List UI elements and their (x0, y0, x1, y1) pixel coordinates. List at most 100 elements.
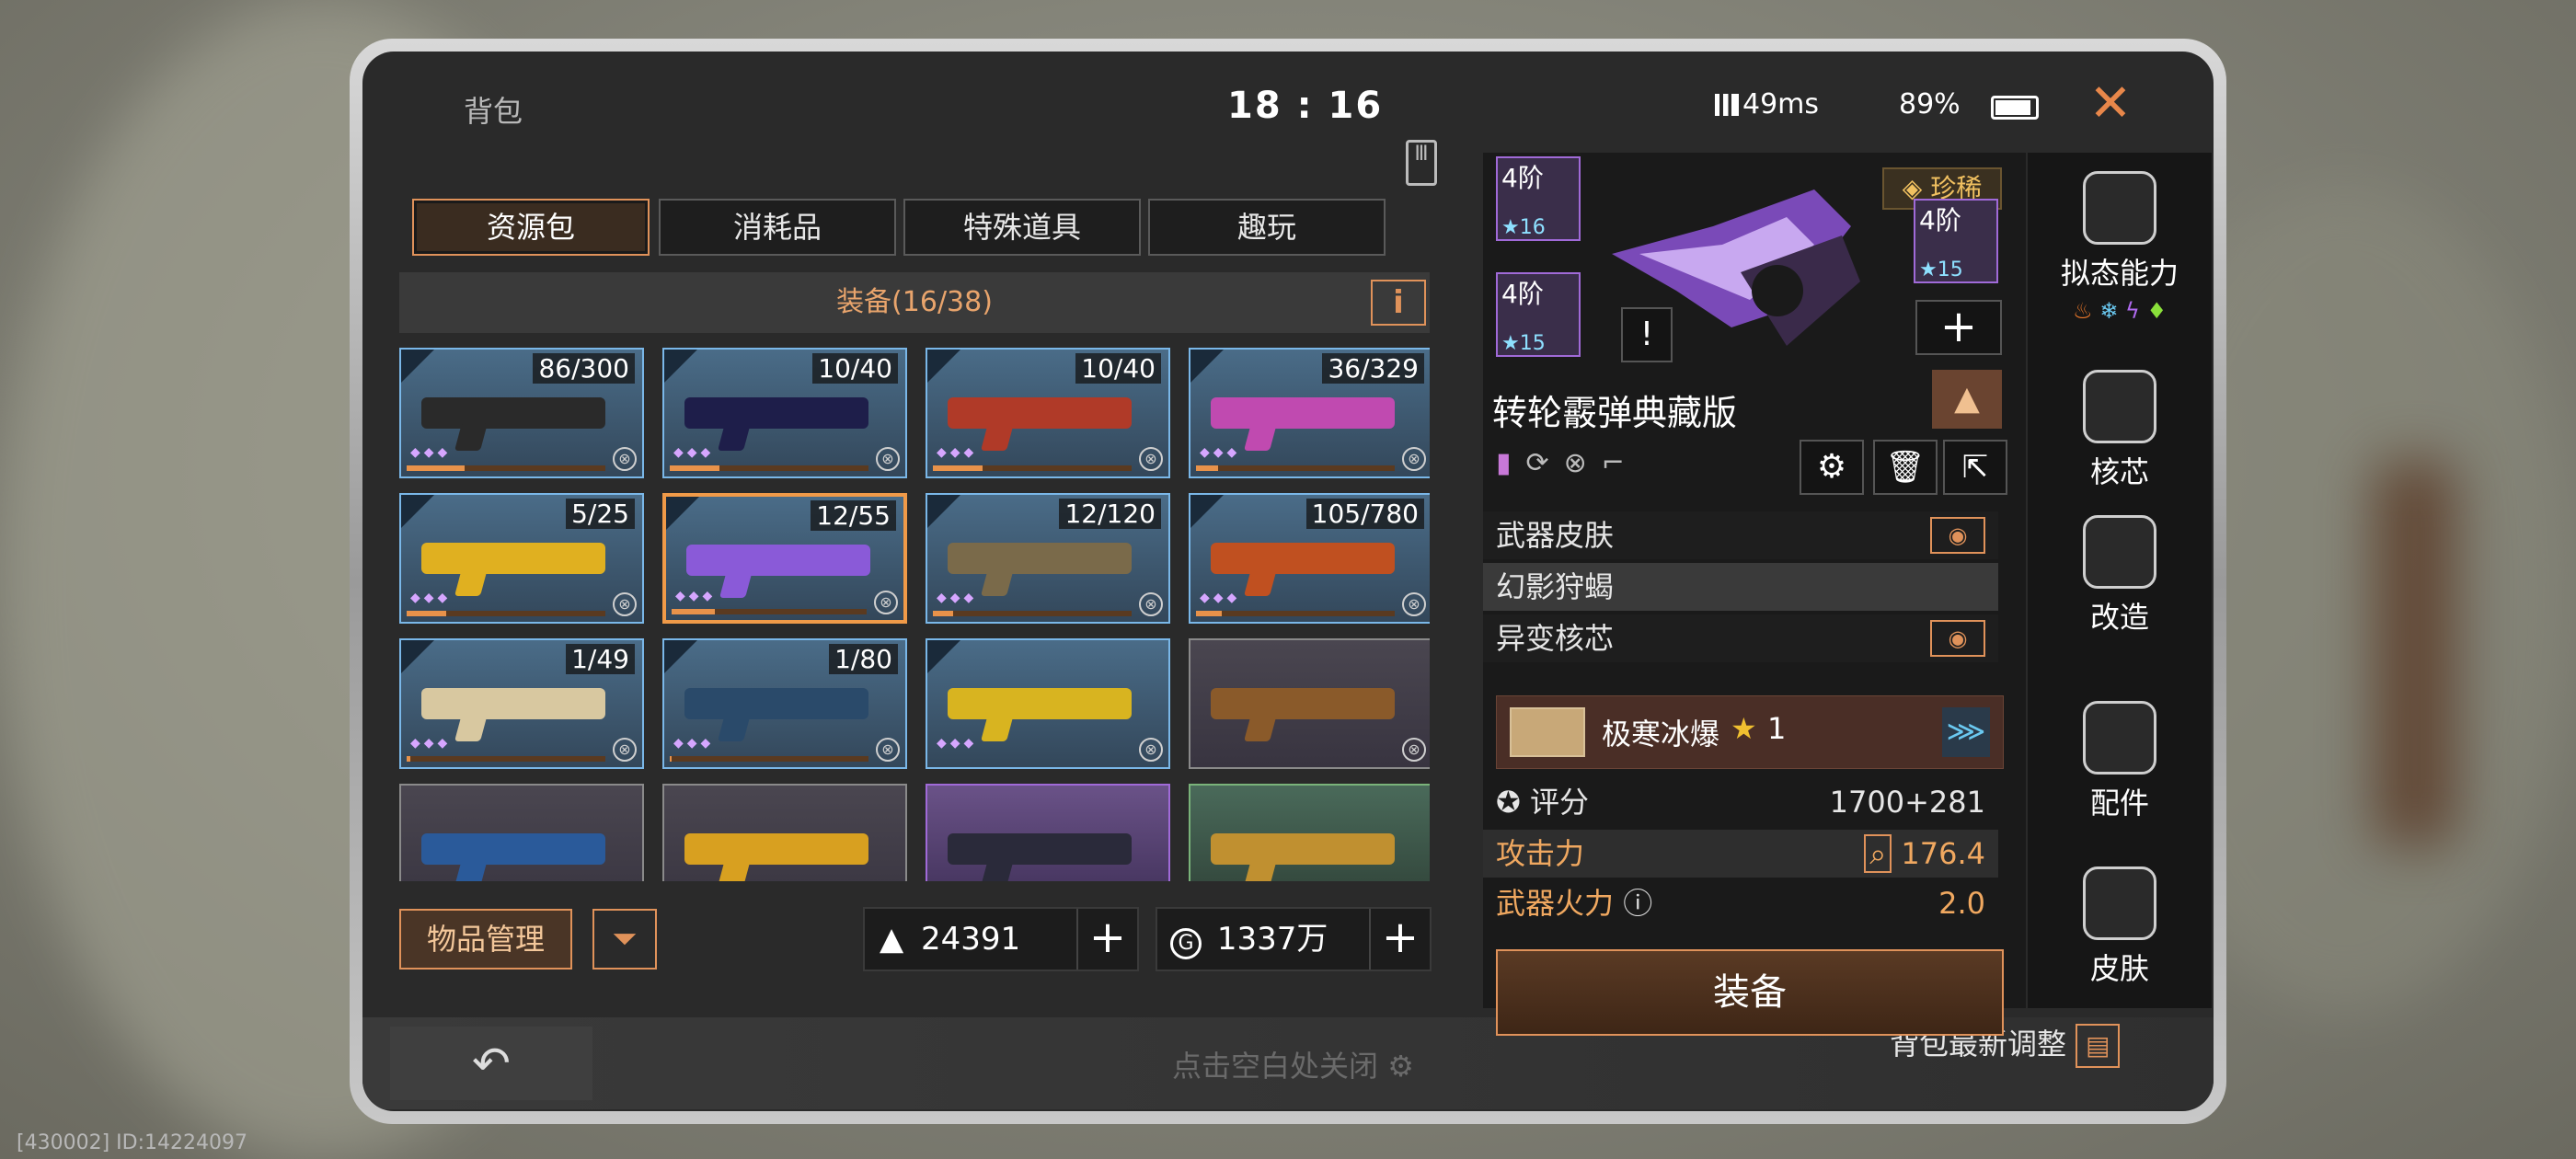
alert-icon[interactable]: ! (1621, 307, 1673, 362)
info-button[interactable]: i (1371, 280, 1426, 326)
side-nav-mimic-ability[interactable]: 拟态能力 ♨ ❄ ϟ ♦ (2028, 171, 2212, 324)
weapon-slot[interactable]: ◆◆◆ 105/780 ⊗ (1189, 493, 1430, 624)
gold-bar-icon: ▲ (880, 921, 904, 958)
rank-dots: ◆◆◆ (410, 591, 452, 605)
weapon-slot[interactable]: ⊗ (399, 784, 644, 881)
settings-button[interactable]: ⚙ (1800, 440, 1864, 495)
weapon-slot[interactable]: ◆◆◆ 36/329 ⊗ (1189, 348, 1430, 478)
tier-corner (927, 640, 960, 673)
magnify-icon[interactable]: ⌕ (1864, 834, 1892, 873)
side-nav-skin[interactable]: 皮肤 (2028, 866, 2212, 988)
add-coin-button[interactable]: + (1369, 909, 1430, 970)
slot-type-icon: ⊗ (876, 447, 900, 471)
attack-row: 攻击力 ⌕ 176.4 (1483, 830, 1998, 878)
signal-icon (1715, 94, 1739, 116)
weapon-slot[interactable]: ◆◆◆ 12/120 ⊗ (926, 493, 1170, 624)
score-icon: ✪ (1496, 785, 1521, 820)
add-gold-button[interactable]: + (1076, 909, 1137, 970)
coin-icon: G (1170, 928, 1202, 959)
weapon-slot[interactable]: ◆◆◆ 86/300 ⊗ (399, 348, 644, 478)
weapon-tag-icons: ▮⟳⊗⌐ (1496, 447, 1639, 479)
tier-slot-top[interactable]: 4阶 ★16 (1496, 156, 1581, 241)
eye-icon[interactable]: ◉ (1930, 620, 1985, 657)
progress-bar (407, 756, 605, 762)
share-button[interactable]: ⇱ (1943, 440, 2007, 495)
battery-percent: 89% (1899, 88, 1961, 120)
ping: 49ms (1742, 88, 1820, 120)
weapon-slot[interactable]: ◆◆◆ 1/49 ⊗ (399, 638, 644, 769)
weapon-slot[interactable]: ⊗ (1189, 638, 1430, 769)
weapon-icon (948, 397, 1132, 429)
slot-count: 1/80 (829, 644, 898, 674)
info-icon[interactable]: ⓘ (1623, 886, 1652, 921)
weapon-icon (1211, 833, 1395, 865)
add-attachment-button[interactable]: + (1915, 300, 2002, 355)
tab-0[interactable]: 资源包 (412, 199, 650, 256)
weapon-icon (421, 397, 605, 429)
coin-amount: 1337万 (1216, 921, 1328, 958)
slot-count: 1/49 (566, 644, 635, 674)
tier-corner (401, 350, 434, 383)
close-hint[interactable]: 点击空白处关闭 ⚙ (1172, 1043, 1414, 1085)
player-id-footer: [430002] ID:14224097 (17, 1131, 247, 1154)
tier-corner (927, 495, 960, 528)
side-nav-modify[interactable]: 改造 (2028, 515, 2212, 637)
clock: 18 : 16 (1227, 85, 1384, 127)
slot-type-icon: ⊗ (1402, 592, 1426, 616)
skin-row: 武器皮肤 ◉ (1483, 511, 1998, 559)
weapon-name: 转轮霰弹典藏版 (1492, 393, 1738, 433)
weapon-slot[interactable]: ◆◆◆ 12/55 ⊗ (662, 493, 907, 624)
rank-dots: ◆◆◆ (673, 445, 715, 460)
tablet-frame: 背包 18 : 16 49ms 89% ✕ Ⅲ 资源包 消耗品 特殊道具 趣玩 装备(… (350, 39, 2226, 1124)
weapon-slot[interactable]: ⊗ (662, 784, 907, 881)
element-icons: ♨ ❄ ϟ ♦ (2073, 298, 2167, 324)
side-nav-core[interactable]: 核芯 (2028, 370, 2212, 491)
tab-1[interactable]: 消耗品 (659, 199, 896, 256)
slot-count: 105/780 (1305, 499, 1424, 529)
filter-button[interactable]: ⏷ (592, 909, 657, 970)
weapon-detail-panel: 4阶 ★16 4阶 ★15 ◈ 珍稀 4阶 ★15 ! + 转轮霰弹典藏版 ▲ … (1483, 153, 2026, 1036)
firepower-row: 武器火力 ⓘ 2.0 (1496, 886, 1985, 921)
weapon-icon (421, 688, 605, 719)
weapon-slot[interactable]: ◆◆◆ 1/80 ⊗ (662, 638, 907, 769)
side-nav: 拟态能力 ♨ ❄ ϟ ♦ 核芯 改造 配件 皮肤 (2028, 153, 2212, 1008)
coin-currency: G 1337万 + (1156, 907, 1432, 971)
slot-count: 86/300 (533, 353, 635, 384)
slot-type-icon: ⊗ (613, 738, 637, 762)
upgrade-icon[interactable]: ▲ (1932, 370, 2002, 429)
weapon-slot[interactable]: ◆◆◆ 10/40 ⊗ (662, 348, 907, 478)
weapon-slot[interactable]: ◆◆◆ 10/40 ⊗ (926, 348, 1170, 478)
close-button[interactable]: ✕ (2074, 72, 2147, 136)
tier-slot-right[interactable]: 4阶 ★15 (1914, 199, 1998, 283)
tab-3[interactable]: 趣玩 (1148, 199, 1386, 256)
pin-icon[interactable]: Ⅲ (1406, 140, 1437, 186)
equip-button[interactable]: 装备 (1496, 949, 2004, 1036)
weapon-icon (948, 833, 1132, 865)
weapon-slot[interactable]: ◆◆◆ ⊗ (926, 638, 1170, 769)
delete-button[interactable]: 🗑 (1873, 440, 1938, 495)
rank-dots: ◆◆◆ (937, 591, 978, 605)
slot-count: 36/329 (1322, 353, 1424, 384)
tier-slot-bottom[interactable]: 4阶 ★15 (1496, 272, 1581, 357)
rank-dots: ◆◆◆ (675, 589, 717, 603)
tab-2[interactable]: 特殊道具 (903, 199, 1141, 256)
gold-currency: ▲ 24391 + (863, 907, 1139, 971)
tier-corner (401, 640, 434, 673)
item-management-button[interactable]: 物品管理 (399, 909, 572, 970)
weapon-slot[interactable]: ⊗ (926, 784, 1170, 881)
weapon-slot[interactable]: ⊗ (1189, 784, 1430, 881)
weapon-slot[interactable]: ◆◆◆ 5/25 ⊗ (399, 493, 644, 624)
claw-icon: ⋙ (1942, 707, 1990, 757)
progress-bar (1196, 611, 1395, 616)
progress-bar (933, 465, 1132, 471)
equipment-grid: ◆◆◆ 86/300 ⊗ ◆◆◆ 10/40 ⊗ ◆◆◆ 10/40 ⊗ ◆◆◆ 36/329 ⊗ ◆◆… (399, 348, 1430, 881)
weapon-icon (1211, 543, 1395, 574)
slot-type-icon: ⊗ (1139, 447, 1163, 471)
eye-icon[interactable]: ◉ (1930, 517, 1985, 554)
back-button[interactable]: ↶ (390, 1027, 592, 1100)
core-item[interactable]: 极寒冰爆 ★ 1 ⋙ (1496, 695, 2004, 769)
side-nav-attachments[interactable]: 配件 (2028, 701, 2212, 822)
weapon-icon (948, 543, 1132, 574)
rank-dots: ◆◆◆ (937, 736, 978, 751)
skin-value-row: 幻影狩蝎 (1483, 563, 1998, 611)
